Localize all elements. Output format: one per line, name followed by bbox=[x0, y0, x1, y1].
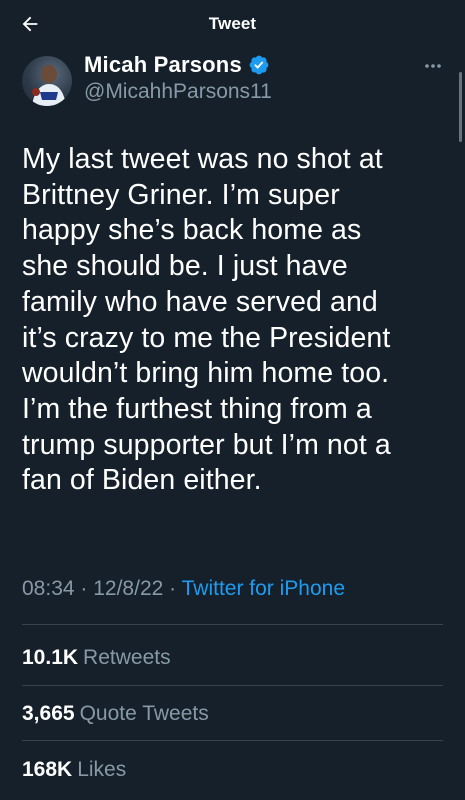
tweet-metadata: 08:34 · 12/8/22 · Twitter for iPhone bbox=[22, 577, 452, 601]
meta-separator: · bbox=[169, 577, 182, 600]
retweets-stat[interactable]: 10.1K Retweets bbox=[22, 646, 171, 670]
divider bbox=[22, 685, 443, 686]
tweet-date[interactable]: 12/8/22 bbox=[93, 577, 163, 600]
user-handle[interactable]: @MicahhParsons11 bbox=[84, 80, 272, 104]
meta-separator: · bbox=[80, 577, 94, 600]
likes-stat[interactable]: 168K Likes bbox=[22, 758, 126, 782]
display-name-row: Micah Parsons bbox=[84, 52, 270, 78]
page-title: Tweet bbox=[208, 14, 257, 33]
display-name[interactable]: Micah Parsons bbox=[84, 52, 242, 78]
scrollbar[interactable] bbox=[459, 72, 462, 142]
avatar[interactable] bbox=[22, 56, 72, 106]
retweets-count: 10.1K bbox=[22, 646, 79, 669]
tweet-text: My last tweet was no shot at Brittney Gr… bbox=[22, 143, 391, 497]
more-dots-icon bbox=[425, 64, 441, 68]
verified-badge-icon bbox=[249, 55, 269, 75]
retweets-label: Retweets bbox=[83, 646, 171, 669]
top-bar: Tweet bbox=[0, 0, 465, 48]
avatar-image bbox=[32, 65, 66, 106]
likes-label: Likes bbox=[77, 758, 127, 781]
quote-tweets-label: Quote Tweets bbox=[79, 702, 209, 725]
divider bbox=[22, 624, 443, 625]
likes-count: 168K bbox=[22, 758, 73, 781]
quote-tweets-count: 3,665 bbox=[22, 702, 75, 725]
tweet-author: Micah Parsons @MicahhParsons11 bbox=[0, 52, 465, 116]
more-options-button[interactable] bbox=[421, 58, 445, 74]
tweet-time[interactable]: 08:34 bbox=[22, 577, 75, 600]
divider bbox=[22, 740, 443, 741]
quote-tweets-stat[interactable]: 3,665 Quote Tweets bbox=[22, 702, 209, 726]
tweet-source-link[interactable]: Twitter for iPhone bbox=[182, 577, 345, 600]
